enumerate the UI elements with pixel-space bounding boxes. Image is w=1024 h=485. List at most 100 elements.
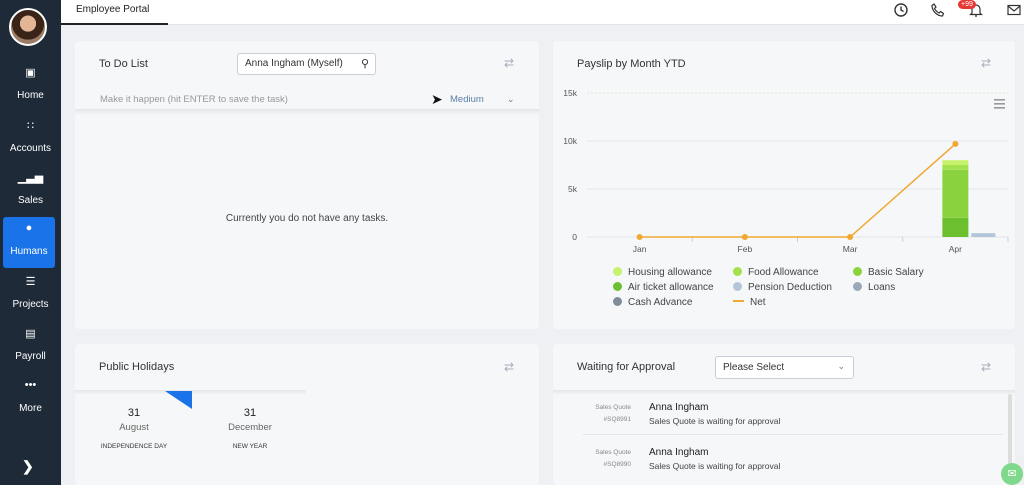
- sidebar-item-label: Sales: [17, 195, 43, 206]
- legend-label: Basic Salary: [868, 267, 924, 278]
- chart-menu-icon: [994, 103, 1005, 105]
- sidebar-item-projects[interactable]: ☰ Projects: [0, 273, 61, 321]
- legend-item[interactable]: Housing allowance: [613, 267, 712, 278]
- doc-ref: #SQ8991: [603, 416, 631, 423]
- wallet-icon: ▤: [25, 328, 36, 340]
- holidays-title: Public Holidays: [99, 361, 175, 373]
- net-point: [636, 234, 643, 240]
- approval-title: Waiting for Approval: [577, 361, 676, 373]
- priority-select[interactable]: Medium: [450, 94, 484, 105]
- legend-label: Net: [750, 297, 766, 308]
- assignee-search-input[interactable]: Anna Ingham (Myself) ⚲: [237, 53, 376, 75]
- sidebar-item-label: Projects: [12, 299, 49, 310]
- legend-item[interactable]: Pension Deduction: [733, 282, 832, 293]
- sidebar-item-more[interactable]: ••• More: [0, 377, 61, 425]
- refresh-icon[interactable]: ⇄: [504, 56, 514, 70]
- sidebar-item-home[interactable]: ▣ Home: [0, 64, 61, 112]
- requester-name: Anna Ingham: [649, 402, 709, 413]
- bar-segment: [971, 233, 996, 237]
- person-icon: ●: [25, 222, 33, 234]
- sidebar-item-label: Accounts: [9, 143, 52, 154]
- holiday-month: August: [119, 422, 149, 433]
- divider: [583, 434, 1003, 435]
- list-icon: ☰: [25, 276, 36, 288]
- legend-marker: [613, 297, 622, 306]
- legend-item[interactable]: Cash Advance: [613, 297, 693, 308]
- holidays-card: Public Holidays ⇄ 31 August INDEPENDENCE…: [75, 344, 539, 485]
- divider: [553, 390, 1015, 395]
- todo-card: To Do List Anna Ingham (Myself) ⚲ ⇄ Make…: [75, 41, 539, 329]
- approval-row[interactable]: Sales Quote #SQ8990 Anna Ingham Sales Qu…: [553, 447, 1003, 485]
- legend-item[interactable]: Net: [733, 297, 766, 308]
- bar-segment: [942, 169, 969, 218]
- refresh-icon[interactable]: ⇄: [504, 360, 514, 374]
- chart-menu-icon: [994, 99, 1005, 101]
- holiday-month: December: [228, 422, 272, 433]
- assignee-value: Anna Ingham (Myself): [245, 58, 343, 69]
- sidebar-item-payroll[interactable]: ▤ Payroll: [0, 325, 61, 373]
- select-value: Please Select: [723, 362, 785, 373]
- legend-marker: [733, 282, 742, 291]
- y-tick-label: 15k: [563, 88, 577, 98]
- legend-label: Loans: [868, 282, 896, 293]
- approval-filter-select[interactable]: Please Select ⌄: [715, 356, 854, 379]
- legend-marker: [853, 282, 862, 291]
- legend-label: Food Allowance: [748, 267, 819, 278]
- sidebar-item-label: Humans: [10, 246, 48, 257]
- avatar[interactable]: [9, 8, 47, 46]
- sidebar-item-label: More: [19, 403, 42, 414]
- legend-item[interactable]: Basic Salary: [853, 267, 924, 278]
- sidebar-item-accounts[interactable]: ∷ Accounts: [0, 117, 61, 165]
- sidebar-item-humans[interactable]: ● Humans: [3, 217, 55, 268]
- legend-item[interactable]: Loans: [853, 282, 895, 293]
- legend-marker: [613, 267, 622, 276]
- legend-label: Air ticket allowance: [628, 282, 714, 293]
- net-point: [952, 140, 959, 147]
- chevron-right-icon[interactable]: ❯: [22, 458, 34, 475]
- legend-marker: [853, 267, 862, 276]
- holiday-day: 31: [243, 407, 257, 419]
- chevron-down-icon[interactable]: ⌄: [507, 94, 515, 105]
- holiday-name: INDEPENDENCE DAY: [100, 443, 168, 450]
- holiday-day: 31: [127, 407, 141, 419]
- tab-employee-portal[interactable]: Employee Portal: [61, 0, 168, 25]
- x-tick-label: Apr: [949, 244, 962, 254]
- refresh-icon[interactable]: ⇄: [981, 360, 991, 374]
- approval-row[interactable]: Sales Quote #SQ8991 Anna Ingham Sales Qu…: [553, 402, 1003, 448]
- task-input[interactable]: Make it happen (hit ENTER to save the ta…: [100, 94, 288, 105]
- legend-item[interactable]: Food Allowance: [733, 267, 819, 278]
- empty-tasks-message: Currently you do not have any tasks.: [225, 213, 389, 224]
- refresh-icon[interactable]: ⇄: [981, 56, 991, 70]
- x-tick-label: Jan: [633, 244, 647, 254]
- bar-segment: [942, 160, 969, 165]
- dots-icon: •••: [24, 379, 37, 391]
- x-tick-label: Mar: [843, 244, 858, 254]
- doc-type: Sales Quote: [595, 449, 631, 456]
- sidebar: ▣ Home ∷ Accounts ▁▃▅ Sales ● Humans ☰ P…: [0, 0, 61, 485]
- sidebar-item-label: Payroll: [15, 351, 46, 362]
- legend-item[interactable]: Air ticket allowance: [613, 282, 714, 293]
- divider: [75, 109, 539, 115]
- y-tick-label: 5k: [568, 184, 578, 194]
- clock-icon[interactable]: [893, 2, 909, 18]
- y-tick-label: 0: [572, 232, 577, 242]
- home-icon: ▣: [25, 67, 36, 79]
- doc-type: Sales Quote: [595, 404, 631, 411]
- search-icon[interactable]: ⚲: [361, 57, 369, 70]
- chart-menu-icon: [994, 107, 1005, 109]
- phone-icon[interactable]: [930, 2, 946, 18]
- doc-ref: #SQ8990: [603, 461, 631, 468]
- sidebar-item-sales[interactable]: ▁▃▅ Sales: [0, 169, 61, 217]
- approval-card: Waiting for Approval Please Select ⌄ ⇄ S…: [553, 344, 1015, 485]
- holiday-name: NEW YEAR: [232, 443, 268, 450]
- mail-icon[interactable]: [1006, 2, 1022, 18]
- chat-icon[interactable]: ✉: [1001, 463, 1023, 485]
- net-line: [639, 143, 956, 238]
- x-tick-label: Feb: [738, 244, 753, 254]
- payslip-chart: 0 5k 10k 15k Jan Feb Mar Apr: [563, 88, 1009, 254]
- holiday-item[interactable]: 31 December NEW YEAR: [200, 407, 300, 450]
- approval-message: Sales Quote is waiting for approval: [649, 461, 781, 471]
- approval-message: Sales Quote is waiting for approval: [649, 416, 781, 426]
- legend-label: Housing allowance: [628, 267, 712, 278]
- holiday-item[interactable]: 31 August INDEPENDENCE DAY: [84, 407, 184, 450]
